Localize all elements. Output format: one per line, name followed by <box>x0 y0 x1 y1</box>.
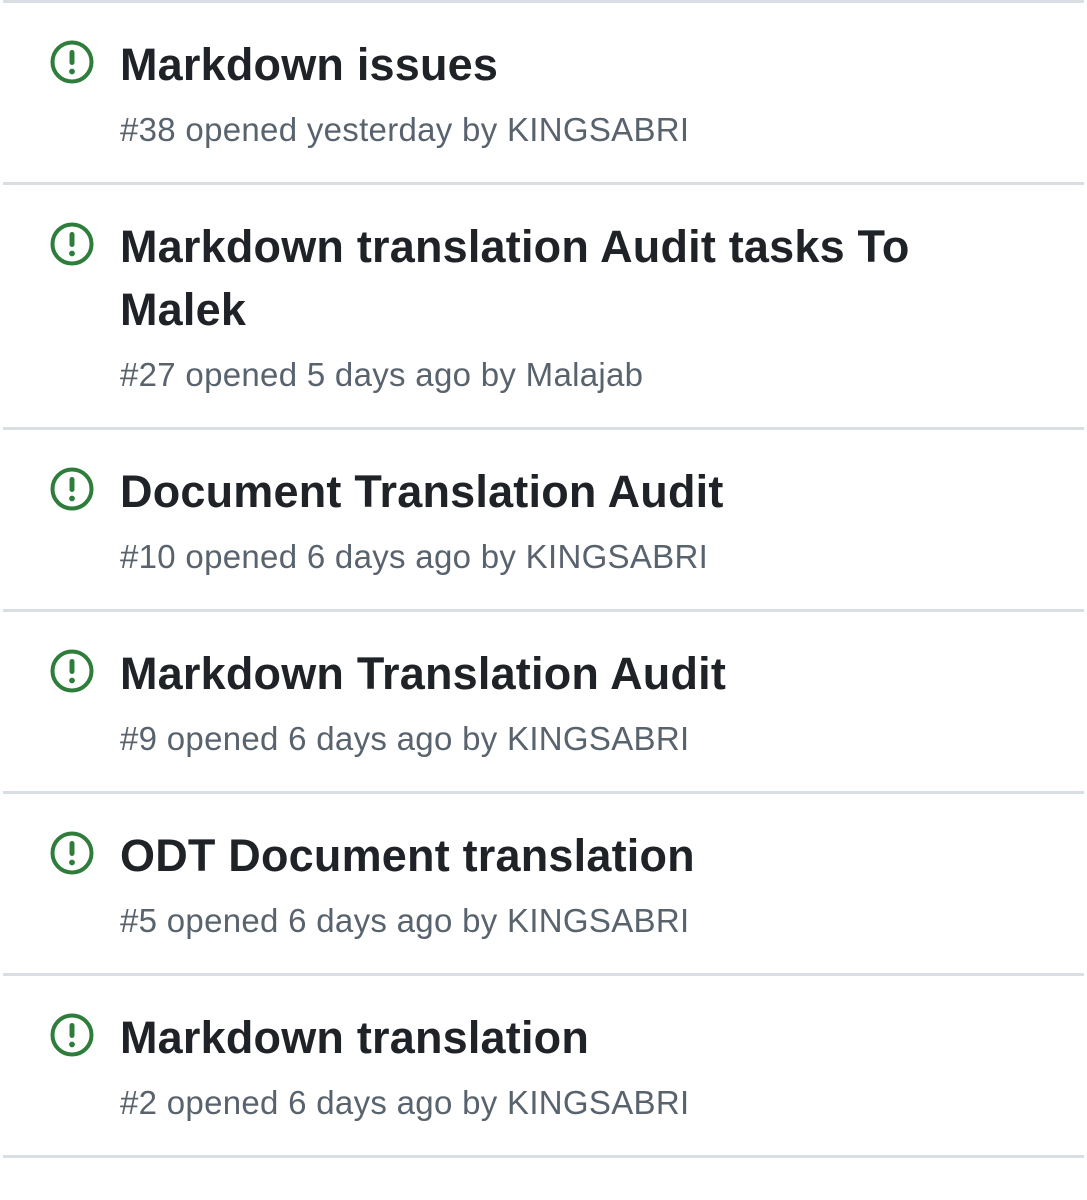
issue-open-icon <box>49 1012 95 1058</box>
issue-row[interactable]: Markdown translation Audit tasks To Male… <box>3 185 1084 430</box>
issue-title[interactable]: Markdown Translation Audit <box>120 642 1044 705</box>
issue-open-icon <box>49 221 95 267</box>
issue-open-icon <box>49 830 95 876</box>
issue-meta: #9 opened 6 days ago by KINGSABRI <box>120 720 690 757</box>
issue-open-icon <box>49 466 95 512</box>
issue-meta: #5 opened 6 days ago by KINGSABRI <box>120 902 690 939</box>
issue-row[interactable]: ODT Document translation #5 opened 6 day… <box>3 794 1084 976</box>
issue-title[interactable]: Markdown translation <box>120 1006 1044 1069</box>
issue-open-icon <box>49 39 95 85</box>
issue-meta: #10 opened 6 days ago by KINGSABRI <box>120 538 709 575</box>
issue-list: Markdown issues #38 opened yesterday by … <box>0 3 1087 1158</box>
issue-title[interactable]: Markdown translation Audit tasks To Male… <box>120 215 1044 341</box>
issue-meta: #38 opened yesterday by KINGSABRI <box>120 111 690 148</box>
issue-title[interactable]: Document Translation Audit <box>120 460 1044 523</box>
issue-row[interactable]: Markdown translation #2 opened 6 days ag… <box>3 976 1084 1158</box>
issue-meta: #27 opened 5 days ago by Malajab <box>120 356 644 393</box>
issue-open-icon <box>49 648 95 694</box>
issue-meta: #2 opened 6 days ago by KINGSABRI <box>120 1084 690 1121</box>
issue-row[interactable]: Document Translation Audit #10 opened 6 … <box>3 430 1084 612</box>
issue-row[interactable]: Markdown Translation Audit #9 opened 6 d… <box>3 612 1084 794</box>
issue-title[interactable]: Markdown issues <box>120 33 1044 96</box>
issue-row[interactable]: Markdown issues #38 opened yesterday by … <box>3 3 1084 185</box>
issue-title[interactable]: ODT Document translation <box>120 824 1044 887</box>
